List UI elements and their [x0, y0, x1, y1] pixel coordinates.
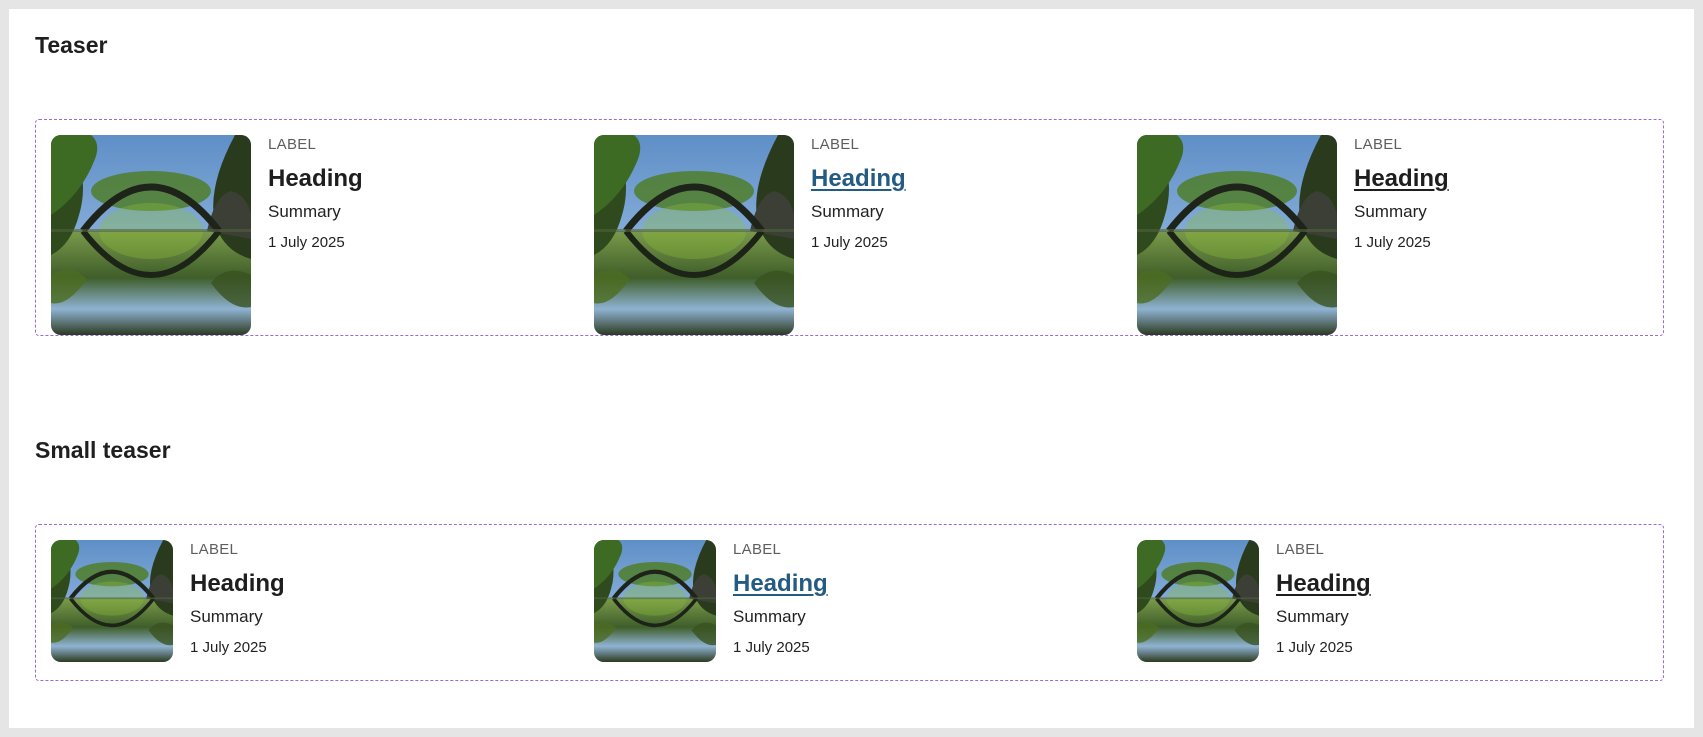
teaser-image — [1137, 135, 1337, 335]
small-teaser-heading-link[interactable]: Heading — [190, 570, 285, 598]
small-teaser-row-frame: LABEL Heading Summary 1 July 2025 LABEL … — [35, 524, 1664, 681]
teaser-label: LABEL — [1354, 136, 1403, 153]
small-teaser-summary: Summary — [190, 607, 263, 626]
small-teaser-date: 1 July 2025 — [190, 639, 267, 656]
small-teaser-image — [51, 540, 173, 662]
small-teaser-image — [1137, 540, 1259, 662]
section-title-small-teaser: Small teaser — [35, 437, 171, 463]
teaser-card-1[interactable]: LABEL Heading Summary 1 July 2025 — [51, 135, 363, 335]
small-teaser-card-2[interactable]: LABEL Heading Summary 1 July 2025 — [594, 540, 828, 662]
teaser-card-2[interactable]: LABEL Heading Summary 1 July 2025 — [594, 135, 906, 335]
small-teaser-summary: Summary — [733, 607, 806, 626]
small-teaser-heading-link[interactable]: Heading — [733, 570, 828, 598]
teaser-heading-link[interactable]: Heading — [811, 165, 906, 193]
teaser-row-frame: LABEL Heading Summary 1 July 2025 LABEL … — [35, 119, 1664, 336]
teaser-summary: Summary — [811, 202, 884, 221]
section-title-teaser: Teaser — [35, 32, 108, 58]
small-teaser-label: LABEL — [1276, 541, 1325, 558]
teaser-label: LABEL — [811, 136, 860, 153]
teaser-image — [594, 135, 794, 335]
small-teaser-heading-link[interactable]: Heading — [1276, 570, 1371, 598]
teaser-date: 1 July 2025 — [268, 234, 345, 251]
teaser-label: LABEL — [268, 136, 317, 153]
page-canvas: Teaser LABEL Heading Summary 1 July 2025… — [9, 9, 1694, 728]
small-teaser-label: LABEL — [733, 541, 782, 558]
small-teaser-card-1[interactable]: LABEL Heading Summary 1 July 2025 — [51, 540, 285, 662]
small-teaser-summary: Summary — [1276, 607, 1349, 626]
teaser-card-3[interactable]: LABEL Heading Summary 1 July 2025 — [1137, 135, 1449, 335]
teaser-date: 1 July 2025 — [1354, 234, 1431, 251]
teaser-summary: Summary — [1354, 202, 1427, 221]
small-teaser-label: LABEL — [190, 541, 239, 558]
teaser-image — [51, 135, 251, 335]
teaser-summary: Summary — [268, 202, 341, 221]
teaser-date: 1 July 2025 — [811, 234, 888, 251]
teaser-heading-link[interactable]: Heading — [268, 165, 363, 193]
small-teaser-date: 1 July 2025 — [733, 639, 810, 656]
small-teaser-date: 1 July 2025 — [1276, 639, 1353, 656]
teaser-heading-link[interactable]: Heading — [1354, 165, 1449, 193]
small-teaser-image — [594, 540, 716, 662]
small-teaser-card-3[interactable]: LABEL Heading Summary 1 July 2025 — [1137, 540, 1371, 662]
